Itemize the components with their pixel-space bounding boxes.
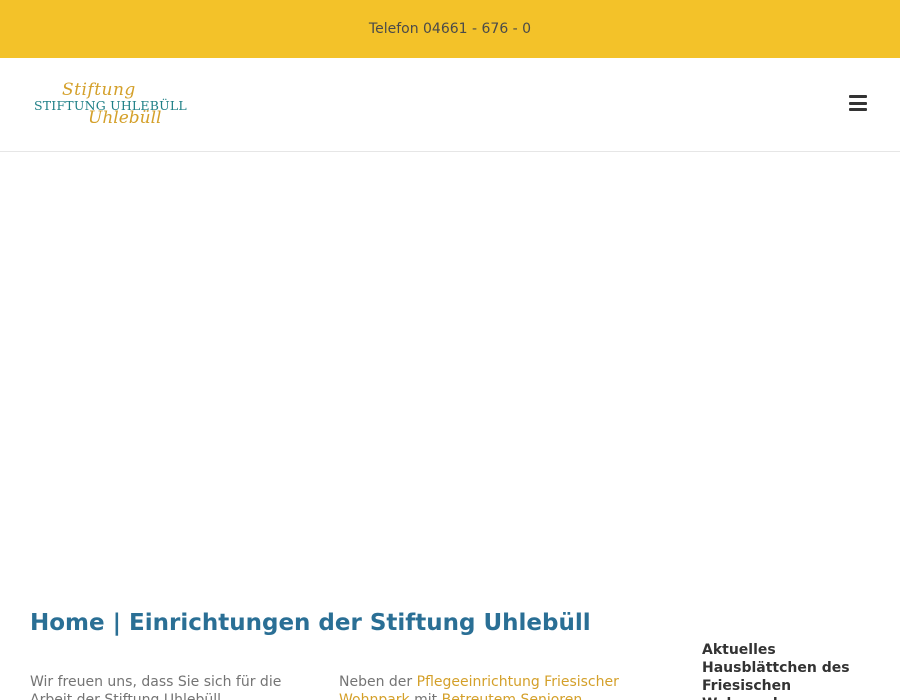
intro-text: Wir freuen uns, dass Sie sich für die Ar… — [30, 674, 282, 700]
hero-slider-area — [0, 152, 900, 602]
site-header: Stiftung STIFTUNG UHLEBÜLL Uhlebüll — [0, 58, 900, 152]
phone-number[interactable]: Telefon 04661 - 676 - 0 — [369, 21, 531, 37]
logo-script-bottom: Uhlebüll — [88, 108, 162, 128]
hamburger-line — [849, 108, 867, 111]
top-bar: Telefon 04661 - 676 - 0 — [0, 0, 900, 58]
hamburger-line — [849, 101, 867, 105]
stiftung-uhlebuell-logo[interactable]: Stiftung STIFTUNG UHLEBÜLL Uhlebüll — [32, 80, 187, 130]
facilities-prefix: Neben der — [339, 674, 413, 690]
facilities-text: Neben der Pflegeeinrichtung Friesischer … — [339, 673, 639, 700]
hamburger-icon[interactable] — [849, 95, 867, 111]
facilities-middle: mit — [414, 692, 438, 700]
hamburger-line — [849, 95, 867, 98]
sidebar-news-heading[interactable]: Aktuelles Hausblättchen des Friesischen … — [702, 641, 852, 700]
logo-script-top: Stiftung — [62, 80, 136, 100]
page-title: Home | Einrichtungen der Stiftung Uhlebü… — [30, 610, 591, 636]
betreutes-wohnen-link[interactable]: Betreutem Senioren — [442, 692, 583, 700]
